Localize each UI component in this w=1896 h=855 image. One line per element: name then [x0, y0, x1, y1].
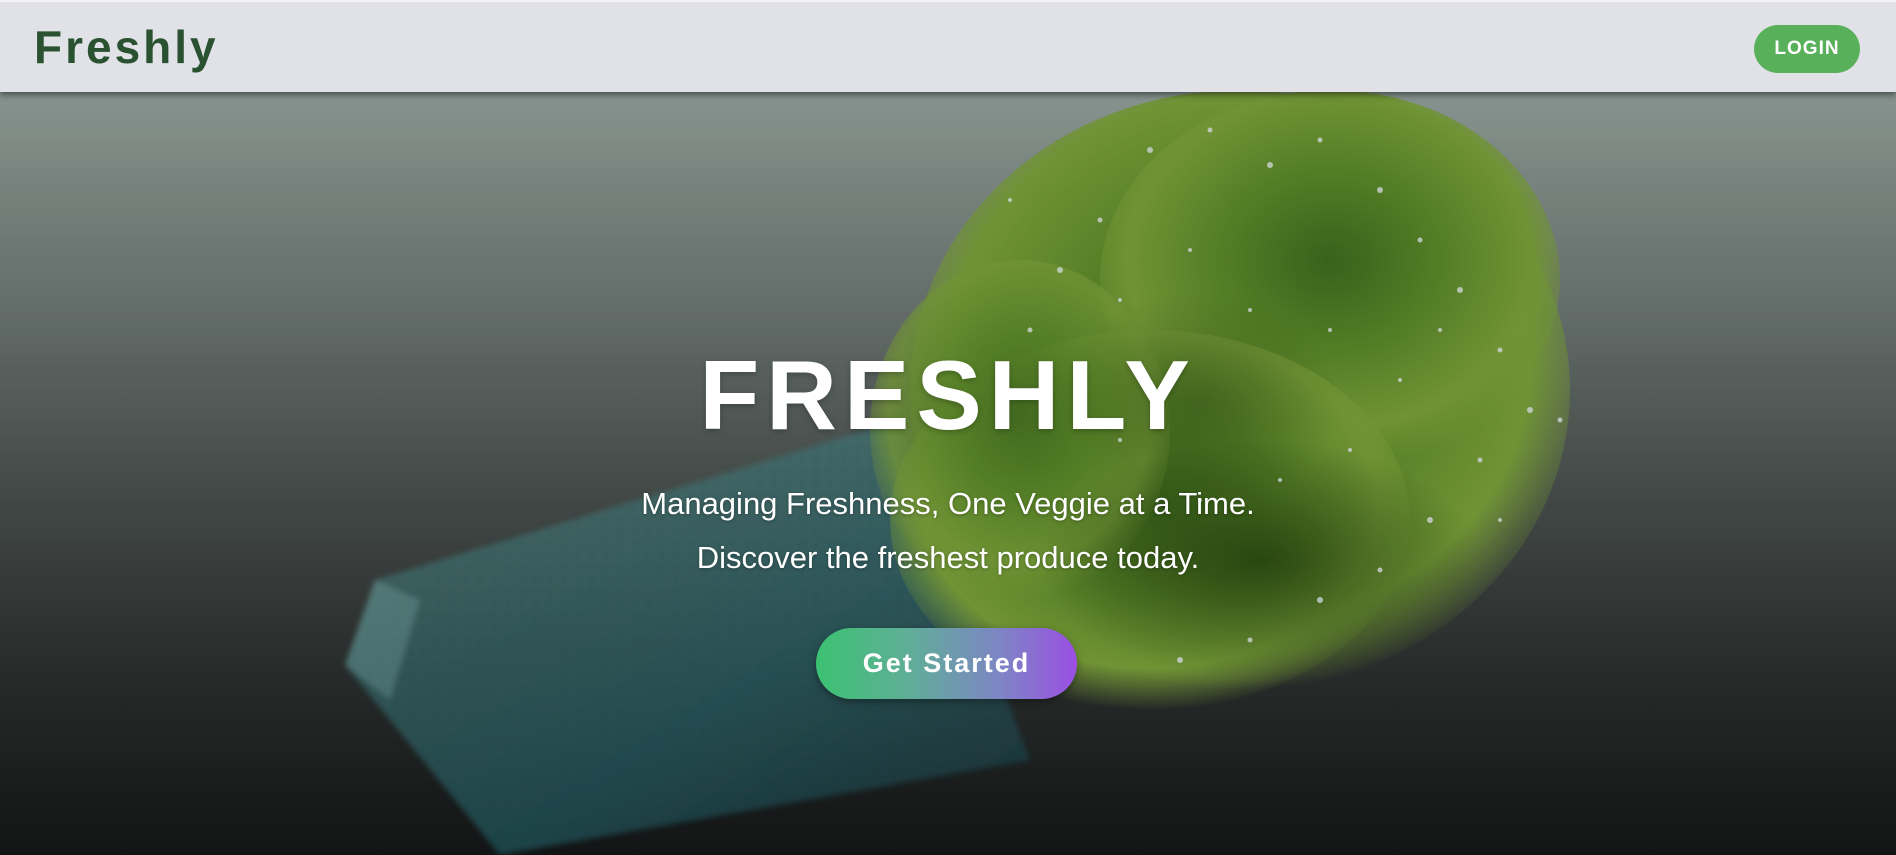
- login-button[interactable]: LOGIN: [1754, 25, 1860, 73]
- landing-page: FRESHLY Managing Freshness, One Veggie a…: [0, 0, 1896, 855]
- hero-tagline-secondary: Discover the freshest produce today.: [696, 540, 1200, 575]
- hero-tagline-primary: Managing Freshness, One Veggie at a Time…: [641, 486, 1255, 521]
- brand-logo-text[interactable]: Freshly: [34, 20, 219, 74]
- top-navbar: Freshly LOGIN: [0, 0, 1896, 92]
- get-started-button[interactable]: Get Started: [816, 628, 1077, 699]
- hero-content: FRESHLY Managing Freshness, One Veggie a…: [0, 0, 1896, 855]
- hero-title: FRESHLY: [699, 340, 1197, 450]
- hero-section: FRESHLY Managing Freshness, One Veggie a…: [0, 0, 1896, 855]
